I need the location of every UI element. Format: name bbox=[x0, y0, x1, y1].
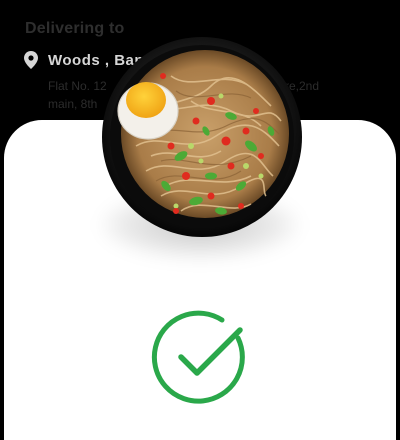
address-line-2: main, 8th bbox=[48, 97, 98, 111]
check-circle-icon bbox=[150, 308, 250, 408]
address-line-1: Flat No. 12 bbox=[48, 79, 107, 93]
dish-image bbox=[101, 36, 303, 238]
location-pin-icon bbox=[24, 51, 38, 69]
order-success-screen: Delivering to Woods , Ban Flat No. 12 ma… bbox=[0, 0, 400, 440]
